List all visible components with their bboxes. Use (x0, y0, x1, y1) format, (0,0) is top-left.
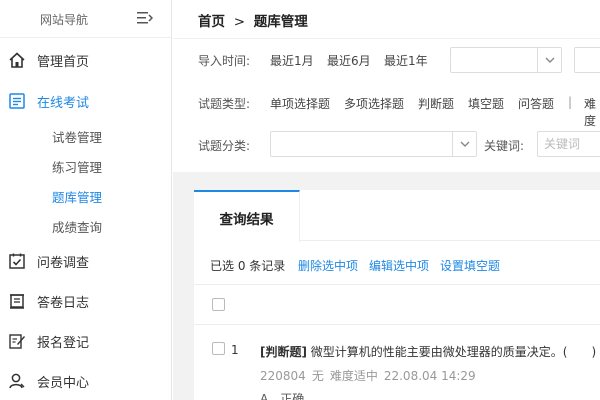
question-meta: 220804 无难度适中 22.08.04 14:29 (260, 367, 482, 384)
chevron-down-icon (452, 132, 476, 156)
sidebar-item-label: 管理首页 (37, 54, 90, 70)
select-all-checkbox[interactable] (212, 298, 225, 311)
user-icon (9, 373, 25, 389)
sidebar-item-registration[interactable]: 报名登记 (0, 326, 172, 356)
main-content: 首页 > 题库管理 导入时间: 最近1月 最近6月 最近1年 试题类型: 单项选… (173, 0, 600, 400)
sidebar-item-online-exam[interactable]: 在线考试 (0, 86, 172, 116)
question-id: 220804 (260, 369, 306, 383)
delete-selected-button[interactable]: 删除选中项 (298, 257, 358, 274)
subitem-question-bank[interactable]: 题库管理 (52, 187, 102, 206)
question-text[interactable]: [判断题] 微型计算机的性能主要由微处理器的质量决定。( ) (260, 343, 596, 360)
type-single-choice[interactable]: 单项选择题 (270, 95, 330, 112)
edit-selected-button[interactable]: 编辑选中项 (369, 257, 429, 274)
date-select-2[interactable] (574, 47, 600, 73)
sidebar-item-label: 答卷日志 (37, 295, 90, 311)
sidebar-header: 网站导航 (0, 0, 171, 38)
sidebar-title: 网站导航 (40, 13, 89, 27)
type-true-false[interactable]: 判断题 (418, 95, 454, 112)
selected-count: 已选 0 条记录 (210, 259, 286, 273)
filter-last-1-month[interactable]: 最近1月 (270, 52, 314, 69)
filter-last-6-months[interactable]: 最近6月 (327, 52, 371, 69)
question-type-tag: [判断题] (260, 345, 307, 359)
breadcrumb-home[interactable]: 首页 (198, 14, 225, 30)
results-panel: 查询结果 已选 0 条记录 删除选中项 编辑选中项 设置填空题 1 [判断题] … (194, 190, 600, 400)
divider (194, 284, 600, 285)
pen-icon (9, 334, 25, 349)
chevron-down-icon (537, 48, 561, 72)
checkbox-icon (9, 253, 25, 269)
question-type-label: 试题类型: (198, 97, 251, 111)
date-select[interactable] (450, 47, 562, 73)
sidebar: 网站导航 管理首页 在线考试 试卷管理 练习管理 题库管理 成绩查询 问卷调查 … (0, 0, 172, 400)
sidebar-item-label: 会员中心 (37, 375, 90, 391)
sidebar-item-home[interactable]: 管理首页 (0, 45, 172, 75)
sidebar-item-answer-log[interactable]: 答卷日志 (0, 286, 172, 316)
question-option: A．正确 (260, 392, 305, 400)
question-date: 22.08.04 14:29 (383, 369, 476, 383)
type-qa[interactable]: 问答题 (518, 95, 554, 112)
breadcrumb-separator: > (233, 14, 246, 30)
divider (194, 324, 600, 325)
sidebar-item-label: 问卷调查 (37, 255, 90, 271)
app-window: 网站导航 管理首页 在线考试 试卷管理 练习管理 题库管理 成绩查询 问卷调查 … (0, 0, 600, 400)
sidebar-item-survey[interactable]: 问卷调查 (0, 246, 172, 276)
import-time-label: 导入时间: (198, 54, 251, 68)
subitem-score-query[interactable]: 成绩查询 (52, 217, 102, 236)
category-select[interactable] (270, 131, 477, 157)
menu-toggle-icon[interactable] (137, 11, 153, 25)
sidebar-item-member-center[interactable]: 会员中心 (0, 366, 172, 396)
filter-last-1-year[interactable]: 最近1年 (384, 52, 428, 69)
type-fill-blank[interactable]: 填空题 (468, 95, 504, 112)
keyword-label: 关键词: (484, 139, 525, 153)
log-icon (10, 294, 24, 309)
row-checkbox[interactable] (212, 342, 225, 355)
divider (300, 240, 600, 241)
type-multiple-choice[interactable]: 多项选择题 (344, 95, 404, 112)
tab-query-results[interactable]: 查询结果 (194, 190, 300, 242)
breadcrumb-current: 题库管理 (253, 14, 308, 30)
question-body: 微型计算机的性能主要由微处理器的质量决定。( ) (306, 345, 597, 359)
sidebar-item-label: 在线考试 (37, 95, 90, 111)
home-icon (9, 52, 25, 68)
question-category: 无 (311, 369, 324, 383)
sidebar-item-label: 报名登记 (37, 335, 90, 351)
set-fill-blank-button[interactable]: 设置填空题 (440, 257, 500, 274)
subitem-paper-manage[interactable]: 试卷管理 (52, 127, 102, 146)
keyword-input[interactable]: 关键词 (537, 131, 600, 157)
filter-difficulty[interactable]: 难度 (584, 95, 600, 129)
subitem-practice-manage[interactable]: 练习管理 (52, 157, 102, 176)
category-label: 试题分类: (198, 139, 251, 153)
list-icon (9, 93, 25, 109)
row-number: 1 (231, 343, 239, 357)
breadcrumb: 首页 > 题库管理 (198, 10, 308, 30)
type-separator: | (568, 95, 573, 109)
divider (173, 38, 600, 39)
question-difficulty: 难度适中 (329, 369, 378, 383)
